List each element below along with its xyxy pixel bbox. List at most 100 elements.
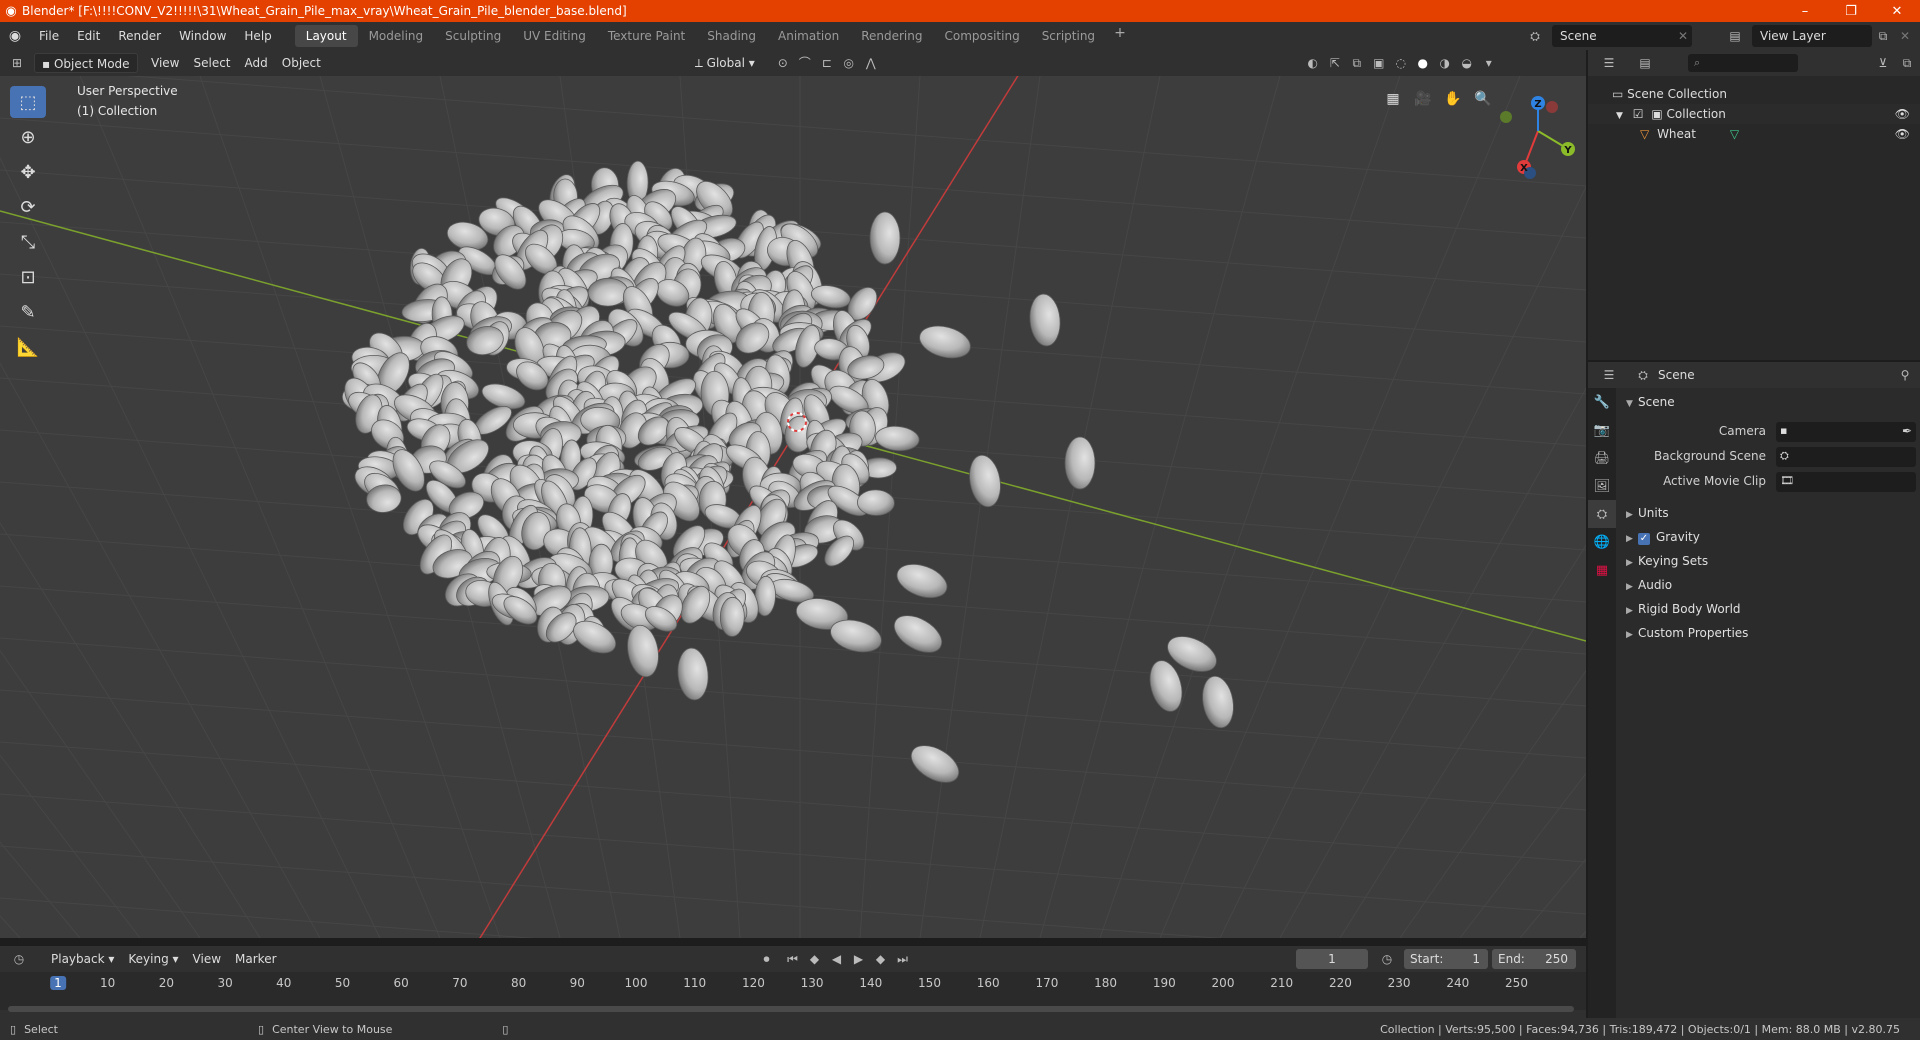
tab-uv-editing[interactable]: UV Editing — [512, 25, 597, 47]
move-tool[interactable]: ✥ — [10, 156, 46, 188]
output-tab-icon[interactable]: 🖨 — [1588, 444, 1616, 472]
menu-marker[interactable]: Marker — [228, 949, 283, 969]
editor-type-icon[interactable]: ⊞ — [6, 53, 28, 73]
view-layer-new-icon[interactable]: ⧉ — [1872, 25, 1894, 47]
falloff-icon[interactable]: ⋀ — [860, 53, 882, 73]
tab-layout[interactable]: Layout — [294, 25, 358, 47]
menu-timeline-view[interactable]: View — [186, 949, 228, 969]
gravity-panel-header[interactable]: ▶ ✓ Gravity — [1616, 525, 1920, 549]
record-icon[interactable]: ⏺ — [756, 949, 778, 969]
properties-editor-type-icon[interactable]: ☰ — [1598, 365, 1620, 385]
outliner-editor-type-icon[interactable]: ☰ — [1598, 53, 1620, 73]
jump-start-icon[interactable]: ⏮ — [782, 949, 804, 969]
custom-properties-panel-header[interactable]: ▶ Custom Properties — [1616, 621, 1920, 645]
frame-ruler[interactable]: 1 10 20 30 40 50 60 70 80 90 100 110 120 130 140 150 160… — [0, 972, 1586, 994]
display-mode-icon[interactable]: ▤ — [1634, 53, 1656, 73]
blender-menu-icon[interactable]: ◉ — [0, 28, 30, 44]
tab-rendering[interactable]: Rendering — [850, 25, 933, 47]
shading-wireframe-icon[interactable]: ◌ — [1390, 53, 1412, 73]
view-layer-tab-icon[interactable]: 🖼 — [1588, 472, 1616, 500]
scene-name-field[interactable]: Scene — [1552, 25, 1692, 47]
view-layer-remove-icon[interactable]: ✕ — [1894, 25, 1916, 47]
timeline-scrollbar[interactable] — [8, 1006, 1574, 1012]
shading-solid-icon[interactable]: ● — [1412, 53, 1434, 73]
outliner-row-scene-collection[interactable]: ▭ Scene Collection — [1588, 84, 1920, 104]
maximize-button[interactable]: ❐ — [1828, 0, 1874, 22]
camera-field[interactable]: ▪ ✒ — [1776, 422, 1916, 442]
pan-hand-icon[interactable]: ✋ — [1440, 86, 1466, 112]
mesh-data-icon[interactable]: ▽ — [1730, 127, 1739, 141]
add-workspace-button[interactable]: + — [1106, 25, 1134, 47]
viewport-canvas[interactable]: X Y Z — [0, 76, 1586, 938]
texture-tab-icon[interactable]: ▦ — [1588, 556, 1616, 584]
current-frame-field[interactable]: 1 — [1296, 949, 1368, 969]
shading-material-icon[interactable]: ◑ — [1434, 53, 1456, 73]
scale-tool[interactable]: ⤡ — [10, 226, 46, 258]
menu-help[interactable]: Help — [235, 25, 280, 47]
menu-render[interactable]: Render — [109, 25, 170, 47]
cursor-tool[interactable]: ⊕ — [10, 121, 46, 153]
eye-icon[interactable]: 👁 — [1895, 104, 1910, 124]
mode-dropdown[interactable]: ▪ Object Mode ▾ — [34, 53, 138, 91]
menu-keying[interactable]: Keying ▾ — [121, 949, 185, 969]
keying-sets-panel-header[interactable]: ▶ Keying Sets — [1616, 549, 1920, 573]
proportional-edit-icon[interactable]: ◎ — [838, 53, 860, 73]
view-layer-field[interactable]: View Layer — [1752, 25, 1872, 47]
menu-window[interactable]: Window — [170, 25, 235, 47]
rotate-tool[interactable]: ⟳ — [10, 191, 46, 223]
tab-animation[interactable]: Animation — [767, 25, 850, 47]
snap-target-icon[interactable]: ⊏ — [816, 53, 838, 73]
measure-tool[interactable]: 📐 — [10, 331, 46, 363]
next-keyframe-icon[interactable]: ◆ — [870, 949, 892, 969]
start-frame-field[interactable]: Start: 1 — [1404, 949, 1488, 969]
menu-file[interactable]: File — [30, 25, 68, 47]
scene-panel-header[interactable]: ▼ Scene — [1616, 390, 1920, 414]
annotate-tool[interactable]: ✎ — [10, 296, 46, 328]
tab-shading[interactable]: Shading — [696, 25, 767, 47]
tab-scripting[interactable]: Scripting — [1031, 25, 1106, 47]
orientation-dropdown[interactable]: ⟂ Global ▾ — [688, 53, 762, 73]
gizmo-toggle-icon[interactable]: ⇱ — [1324, 53, 1346, 73]
jump-end-icon[interactable]: ⏭ — [892, 949, 914, 969]
tab-sculpting[interactable]: Sculpting — [434, 25, 512, 47]
menu-playback[interactable]: Playback ▾ — [44, 949, 121, 969]
tab-texture-paint[interactable]: Texture Paint — [597, 25, 696, 47]
outliner-row-wheat[interactable]: ▽ Wheat ▽ 👁 — [1588, 124, 1920, 144]
tab-modeling[interactable]: Modeling — [358, 25, 435, 47]
select-box-tool[interactable]: ⬚ — [10, 86, 46, 118]
close-button[interactable]: ✕ — [1874, 0, 1920, 22]
timeline-editor-type-icon[interactable]: ◷ — [8, 949, 30, 969]
snap-icon[interactable]: ⌒ — [794, 53, 816, 73]
active-movie-clip-field[interactable]: 🎞 — [1776, 472, 1916, 492]
end-frame-field[interactable]: End: 250 — [1492, 949, 1576, 969]
audio-panel-header[interactable]: ▶ Audio — [1616, 573, 1920, 597]
eye-icon[interactable]: 👁 — [1895, 124, 1910, 144]
play-icon[interactable]: ▶ — [848, 949, 870, 969]
scene-selector-icon[interactable]: ⛭ — [1524, 25, 1546, 47]
preview-range-icon[interactable]: ◷ — [1376, 949, 1398, 969]
units-panel-header[interactable]: ▶ Units — [1616, 501, 1920, 525]
outliner-search-input[interactable]: ⌕ — [1688, 54, 1798, 72]
expand-arrow-icon[interactable]: ▼ — [1616, 111, 1623, 121]
render-tab-icon[interactable]: 📷 — [1588, 416, 1616, 444]
tool-tab-icon[interactable]: 🔧 — [1588, 388, 1616, 416]
checkbox-icon[interactable]: ☑ — [1633, 107, 1644, 121]
menu-view[interactable]: View — [144, 53, 186, 73]
menu-add[interactable]: Add — [238, 53, 275, 73]
visibility-icon[interactable]: ◐ — [1302, 53, 1324, 73]
shading-options-icon[interactable]: ▾ — [1478, 53, 1500, 73]
tab-compositing[interactable]: Compositing — [933, 25, 1030, 47]
pin-icon[interactable]: ⚲ — [1894, 365, 1916, 385]
play-reverse-icon[interactable]: ◀ — [826, 949, 848, 969]
filter-icon[interactable]: ⊻ — [1872, 53, 1894, 73]
scene-tab-icon[interactable]: ⛭ — [1588, 500, 1616, 528]
shading-rendered-icon[interactable]: ◒ — [1456, 53, 1478, 73]
eyedropper-icon[interactable]: ✒ — [1902, 424, 1912, 438]
outliner-row-collection[interactable]: ▼ ☑ ▣ Collection 👁 — [1588, 104, 1920, 124]
minimize-button[interactable]: – — [1782, 0, 1828, 22]
world-tab-icon[interactable]: 🌐 — [1588, 528, 1616, 556]
menu-edit[interactable]: Edit — [68, 25, 109, 47]
new-collection-icon[interactable]: ⧉ — [1896, 53, 1918, 73]
rigid-body-world-panel-header[interactable]: ▶ Rigid Body World — [1616, 597, 1920, 621]
pivot-icon[interactable]: ⊙ — [772, 53, 794, 73]
